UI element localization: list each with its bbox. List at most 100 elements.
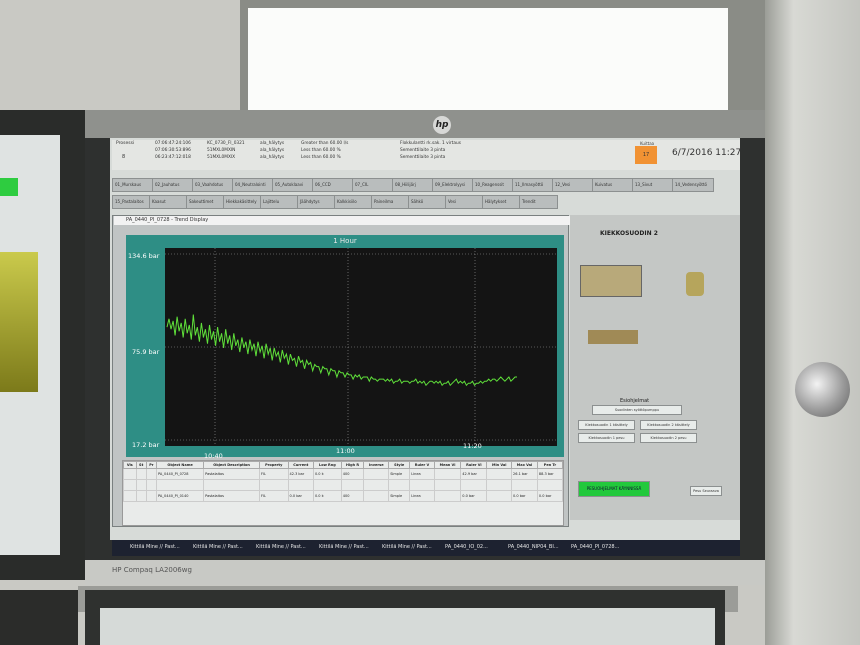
table-header: Ruler V: [409, 461, 435, 469]
table-header: Pr: [145, 461, 157, 469]
tab[interactable]: 09_Elektrolyysi: [432, 178, 474, 192]
tab[interactable]: 12_Vesi: [552, 178, 594, 192]
taskbar-item[interactable]: PA_0440_NIP04_BI...: [508, 542, 559, 553]
table-cell: Linea: [409, 490, 435, 502]
lower-monitor-screen: [100, 608, 715, 645]
pen-table: Vis St Pr Object Name Object Description Prop…: [123, 461, 564, 502]
tab[interactable]: 02_Jauhatus: [152, 178, 194, 192]
monitor-brand: HP Compaq LA2006wg: [112, 566, 192, 574]
table-cell: 0.0 bar: [460, 490, 488, 502]
tab[interactable]: Kaasut: [149, 195, 188, 209]
filter2-handling-button[interactable]: Kiekkosuodin 2 käsittely: [640, 420, 697, 430]
tab[interactable]: 13_Sivut: [632, 178, 674, 192]
table-header: Current: [287, 461, 314, 469]
taskbar-item[interactable]: Kittilä Mine // Past...: [319, 542, 369, 553]
tab[interactable]: Kuivatus: [592, 178, 634, 192]
alarm-text: Greater than 60.00 l/s: [301, 141, 349, 146]
table-cell: FIL: [258, 490, 289, 502]
filter2-wash-button[interactable]: Kiekkosuodin 2 pesu: [640, 433, 697, 443]
table-cell: [135, 479, 147, 491]
trend-plot-area: [165, 248, 557, 446]
table-cell: [258, 479, 289, 491]
tab[interactable]: Trendit: [519, 195, 558, 209]
table-cell: [486, 468, 513, 480]
table-cell: 42.9 bar: [460, 468, 488, 480]
table-header: Mean Vl: [433, 461, 462, 469]
wash-programs-running-button[interactable]: PESUOHJELMAT KÄYNNISSÄ: [578, 481, 650, 497]
tab[interactable]: 03_Vaahdotus: [192, 178, 234, 192]
table-cell: [312, 479, 342, 491]
tab[interactable]: 01_Murskaus: [112, 178, 154, 192]
table-header: High R: [340, 461, 365, 469]
tab[interactable]: Lajittelu: [260, 195, 299, 209]
tab[interactable]: Sähkö: [408, 195, 447, 209]
table-cell: [363, 490, 390, 502]
left-monitor-lower: [0, 590, 78, 645]
taskbar-item[interactable]: PA_0440_IO_02...: [445, 542, 488, 553]
table-cell: [145, 468, 157, 480]
monitor-top-bar: [85, 110, 765, 138]
filter-unit[interactable]: [580, 265, 642, 297]
table-cell: [363, 468, 390, 480]
wall-fixture: [795, 362, 850, 417]
table-cell: [388, 479, 411, 491]
table-cell: [145, 479, 157, 491]
conveyor: [588, 330, 638, 344]
table-header: Pen Tr: [536, 461, 564, 469]
alarm-badge-label: Kuittaa: [640, 141, 655, 146]
hp-logo: hp: [433, 116, 451, 134]
taskbar-item[interactable]: PA_0440_PI_0728...: [571, 542, 619, 553]
alarm-tag: KC_0730_FI_0321: [207, 141, 245, 146]
tab[interactable]: Paineilma: [371, 195, 410, 209]
table-cell: [536, 479, 564, 491]
table-cell: 0.0 k: [312, 468, 342, 480]
header-number: 8: [122, 154, 126, 160]
tab[interactable]: Hälytykset: [482, 195, 521, 209]
table-cell: PA_0440_PI_0728: [155, 468, 205, 480]
table-cell: 0.0 bar: [536, 490, 564, 502]
tab[interactable]: Kalkkisiilo: [334, 195, 373, 209]
tab[interactable]: Jäähdytys: [297, 195, 336, 209]
tab[interactable]: 11_Ilmasyöttö: [512, 178, 554, 192]
tab[interactable]: 04_Neutralointi: [232, 178, 274, 192]
x-label-1: 10:40: [204, 452, 223, 460]
taskbar-item[interactable]: Kittilä Mine // Past...: [256, 542, 306, 553]
taskbar-item[interactable]: Kittilä Mine // Past...: [193, 542, 243, 553]
taskbar-item[interactable]: Kittilä Mine // Past...: [382, 542, 432, 553]
windows-taskbar[interactable]: Kittilä Mine // Past... Kittilä Mine // P…: [112, 540, 740, 556]
table-cell: [287, 479, 314, 491]
table-cell: Pastalaitos: [203, 468, 260, 480]
table-cell: [486, 490, 513, 502]
table-header: Min Val: [486, 461, 513, 469]
trend-pen-table[interactable]: Vis St Pr Object Name Object Description Prop…: [122, 460, 564, 526]
table-row: PA_0440_PI_0140 Pastalaitos FIL 0.0 bar 0.0 …: [123, 490, 564, 502]
left-screen-green-indicator: [0, 178, 18, 196]
tab[interactable]: 08_Hiilijärj: [392, 178, 434, 192]
tab[interactable]: 06_CCD: [312, 178, 354, 192]
tab[interactable]: Sakeuttimet: [186, 195, 225, 209]
wash-next-button[interactable]: Pesu Seuraava: [690, 486, 722, 496]
alarm-badge[interactable]: 17: [635, 146, 657, 164]
tab[interactable]: 10_Reagenssit: [472, 178, 514, 192]
tab[interactable]: 05_Autoklaavi: [272, 178, 314, 192]
tab[interactable]: Hiekkakäsittely: [223, 195, 262, 209]
alarm-list[interactable]: 07:06:47:24:106 KC_0730_FI_0321 ala_hälyty…: [155, 141, 495, 165]
tab[interactable]: 15_Pastalaitos: [112, 195, 151, 209]
process-tabs[interactable]: 01_Murskaus 02_Jauhatus 03_Vaahdotus 04_Neu…: [112, 178, 718, 212]
tab[interactable]: 07_CIL: [352, 178, 394, 192]
feed-pump-button[interactable]: Suodinten syöttöpumppu: [592, 405, 682, 415]
trend-line: [166, 314, 517, 387]
tab[interactable]: 14_Vedensyöttö: [672, 178, 714, 192]
table-cell: [155, 479, 205, 491]
alarm-time: 07:06:47:24:106: [155, 141, 191, 146]
filter1-wash-button[interactable]: Kiekkosuodin 1 pesu: [578, 433, 635, 443]
table-cell: 0.0 bar: [511, 490, 538, 502]
alarm-text: Less than 60.00 %: [301, 148, 341, 153]
taskbar-item[interactable]: Kittilä Mine // Past...: [130, 542, 180, 553]
table-header: Low Rng: [312, 461, 342, 469]
table-cell: 0.0 k: [312, 490, 342, 502]
tab[interactable]: Vesi: [445, 195, 484, 209]
table-cell: 88.3 bar: [536, 468, 564, 480]
filter1-handling-button[interactable]: Kiekkosuodin 1 käsittely: [578, 420, 635, 430]
x-label-2: 11:00: [336, 447, 355, 455]
